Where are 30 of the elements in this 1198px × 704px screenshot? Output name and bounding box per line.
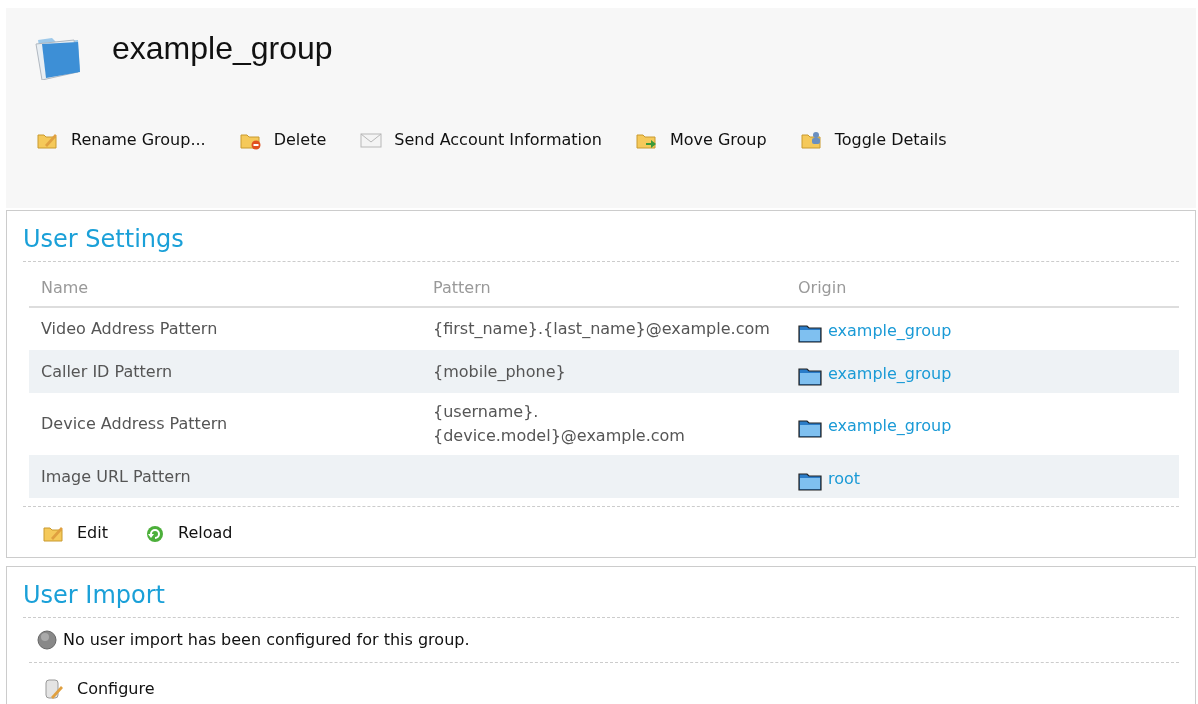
action-button[interactable]: Toggle Details <box>800 128 947 152</box>
folder-icon <box>798 418 822 438</box>
column-header: Name <box>41 278 89 297</box>
column-header: Origin <box>798 278 847 297</box>
setting-name: Caller ID Pattern <box>41 361 173 381</box>
action-button[interactable]: Move Group <box>635 128 767 152</box>
action-button[interactable]: Rename Group... <box>37 128 206 152</box>
action-button[interactable]: Send Account Information <box>360 128 602 152</box>
section-title: User Settings <box>23 211 1179 262</box>
action-button[interactable]: Reload <box>144 521 233 545</box>
pattern-value: {first_name}.{last_name}@example.com <box>433 318 771 340</box>
folder-icon <box>798 323 822 343</box>
document-pencil-icon <box>43 678 65 700</box>
folder-person-icon <box>800 129 823 151</box>
pattern-value: {username}. <box>433 401 540 423</box>
folder-icon <box>798 470 822 491</box>
setting-name: Device Address Pattern <box>41 414 228 433</box>
setting-name: Video Address Pattern <box>41 319 218 338</box>
action-button[interactable]: Delete <box>239 128 327 152</box>
group-title: example_group <box>112 29 333 68</box>
action-button[interactable]: Edit <box>43 521 108 545</box>
status-dot-icon <box>37 630 57 650</box>
setting-name: Image URL Pattern <box>41 466 191 486</box>
pattern-value: {device.model}@example.com <box>433 425 686 447</box>
action-button[interactable]: Configure <box>43 677 155 701</box>
section-title: User Import <box>23 567 1179 618</box>
column-header: Pattern <box>433 278 491 297</box>
status-message: No user import has been configured for this group. <box>63 629 470 651</box>
folder-icon <box>798 365 822 386</box>
pattern-value: {mobile_phone} <box>433 360 567 383</box>
